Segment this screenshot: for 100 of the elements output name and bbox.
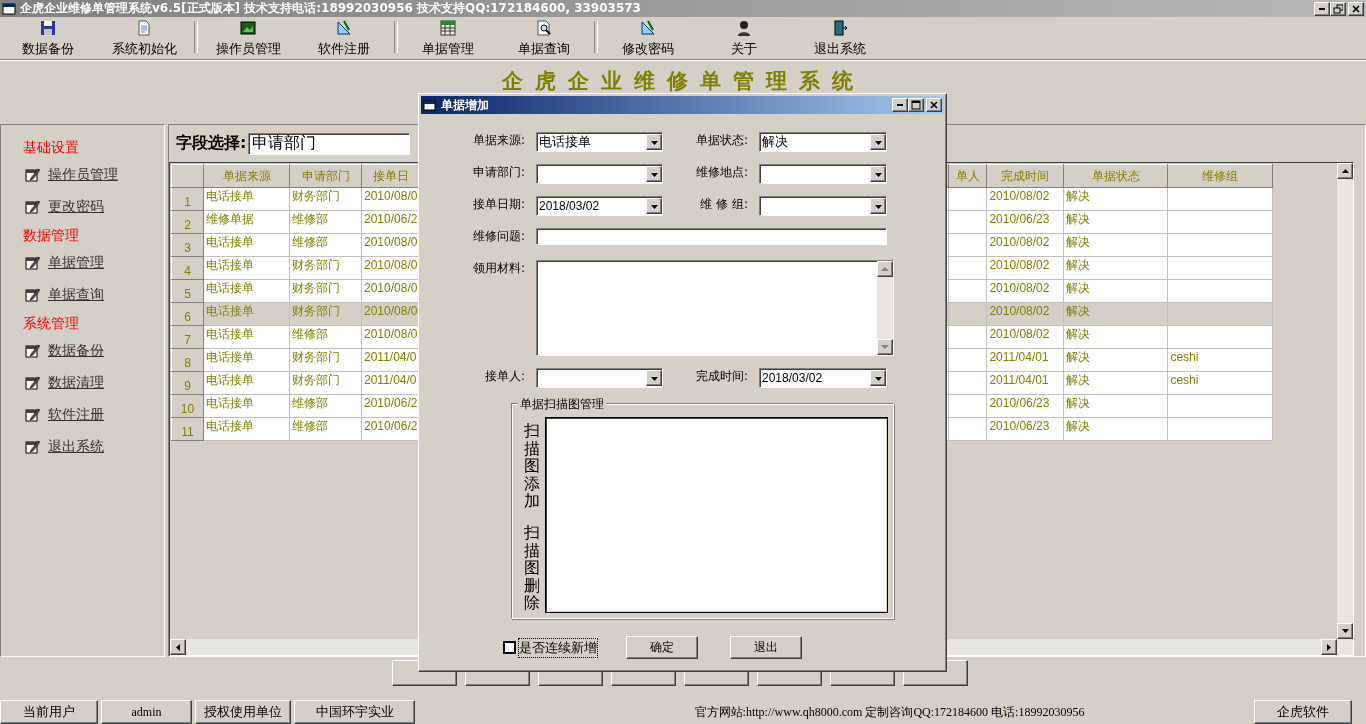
field-label: 接单日期: [471,196,525,213]
status-cell: admin [101,700,192,724]
text-area[interactable] [536,260,894,356]
sidebar-link[interactable]: 单据查询 [48,286,104,304]
scroll-up-button[interactable] [1337,163,1353,179]
close-button[interactable] [926,98,942,112]
scan-action-link[interactable]: 扫描图删除 [524,523,540,612]
dialog-title: 单据增加 [441,96,490,114]
toolbar-button[interactable]: 单据管理 [400,17,496,59]
sidebar-heading: 基础设置 [23,138,80,157]
scroll-right-button[interactable] [1321,639,1337,655]
restore-icon [1333,3,1343,14]
status-cell: 中国环宇实业 [294,700,415,724]
notepad-pencil-icon [25,167,41,183]
notepad-pencil-icon [25,255,41,271]
scan-action-link[interactable]: 扫描图添加 [524,422,540,510]
app-banner-title: 企虎企业维修单管理系统 [501,67,865,95]
field-label: 接单人: [483,368,525,385]
row-number: 8 [171,348,204,372]
scroll-down-button[interactable] [1337,623,1353,639]
maximize-icon [911,100,921,110]
toolbar-button[interactable]: 修改密码 [600,17,696,59]
minimize-button[interactable] [892,98,908,112]
restore-button[interactable] [1330,1,1346,16]
sidebar-link[interactable]: 数据备份 [48,342,104,360]
toolbar-button[interactable]: 软件注册 [296,17,392,59]
sidebar-link[interactable]: 单据管理 [48,254,104,272]
field-label: 领用材料: [471,260,525,277]
combo-box[interactable] [759,196,887,216]
checkbox-label[interactable]: 是否连续新增 [518,637,598,658]
sidebar-link[interactable]: 操作员管理 [48,166,118,184]
window-icon [423,98,437,112]
date-picker[interactable]: 2018/03/02 [759,368,887,388]
vertical-scrollbar[interactable] [1337,163,1353,639]
maximize-button[interactable] [908,98,924,112]
notepad-pencil-icon [25,375,41,391]
row-number: 7 [171,325,204,349]
dialog-button[interactable]: 确定 [626,636,698,659]
combo-box[interactable]: 电话接单 [536,132,663,152]
sidebar-link[interactable]: 更改密码 [48,198,104,216]
up-arrow-icon [1340,168,1350,174]
field-label: 维修问题: [471,228,525,245]
toolbar-button[interactable]: 单据查询 [496,17,592,59]
down-arrow-icon [1340,628,1350,634]
sidebar-link[interactable]: 软件注册 [48,406,104,424]
date-picker[interactable]: 2018/03/02 [536,196,663,216]
field-label: 维 修 组: [699,196,748,213]
field-select-input[interactable]: 申请部门 [248,132,411,155]
notepad-pencil-icon [25,343,41,359]
scroll-left-button[interactable] [170,639,186,655]
toolbar-button[interactable]: 关于 [696,17,792,59]
app-icon [2,1,16,16]
notepad-pencil-icon [25,439,41,455]
field-label: 完成时间: [694,368,748,385]
toolbar-button[interactable]: 退出系统 [792,17,888,59]
row-number: 1 [171,187,204,211]
notepad-pencil-icon [25,407,41,423]
toolbar-button[interactable]: 系统初始化 [96,17,192,59]
minimize-icon [897,104,903,106]
sidebar-heading: 数据管理 [23,226,80,245]
toolbar-button[interactable]: 数据备份 [0,17,96,59]
status-info-text: 官方网站:http://www.qh8000.com 定制咨询QQ:172184600 电话:18992030956 [693,703,1086,721]
door-exit-icon [832,20,848,36]
window-title: 企虎企业维修单管理系统v6.5[正式版本] 技术支持电话:18992030956 技术支持QQ:172184600, 33903573 [20,0,642,17]
input-field[interactable] [536,228,887,245]
minimize-button[interactable] [1314,1,1330,16]
dialog-button[interactable]: 退出 [730,636,802,659]
checkbox[interactable] [503,641,516,654]
document-icon [136,20,152,36]
close-icon [929,100,939,110]
group-legend: 单据扫描图管理 [518,396,606,413]
status-cell: 当前用户 [0,700,98,724]
row-number: 9 [171,371,204,395]
status-cell: 授权使用单位 [195,700,291,724]
field-label: 单据来源: [471,132,525,149]
notepad-pencil-icon [25,199,41,215]
row-number: 5 [171,279,204,303]
left-arrow-icon [175,642,181,652]
combo-box[interactable] [536,164,663,184]
picture-frame-icon [240,20,256,36]
right-arrow-icon [1326,642,1332,652]
sidebar-link[interactable]: 数据清理 [48,374,104,392]
sidebar-link[interactable]: 退出系统 [48,438,104,456]
close-button[interactable] [1348,1,1364,16]
spreadsheet-icon [440,20,456,36]
combo-box[interactable] [759,164,887,184]
person-icon [736,20,752,36]
drafting-tools-icon [640,20,656,36]
notepad-pencil-icon [25,287,41,303]
drafting-tools-icon [336,20,352,36]
field-label: 单据状态: [694,132,748,149]
row-number: 6 [171,302,204,326]
combo-box[interactable]: 解决 [759,132,887,152]
toolbar-button[interactable]: 操作员管理 [200,17,296,59]
field-label: 申请部门: [471,164,525,181]
close-icon [1351,3,1361,14]
row-number: 4 [171,256,204,280]
row-number: 11 [171,417,204,441]
sidebar-heading: 系统管理 [23,314,80,333]
combo-box[interactable] [536,368,663,388]
